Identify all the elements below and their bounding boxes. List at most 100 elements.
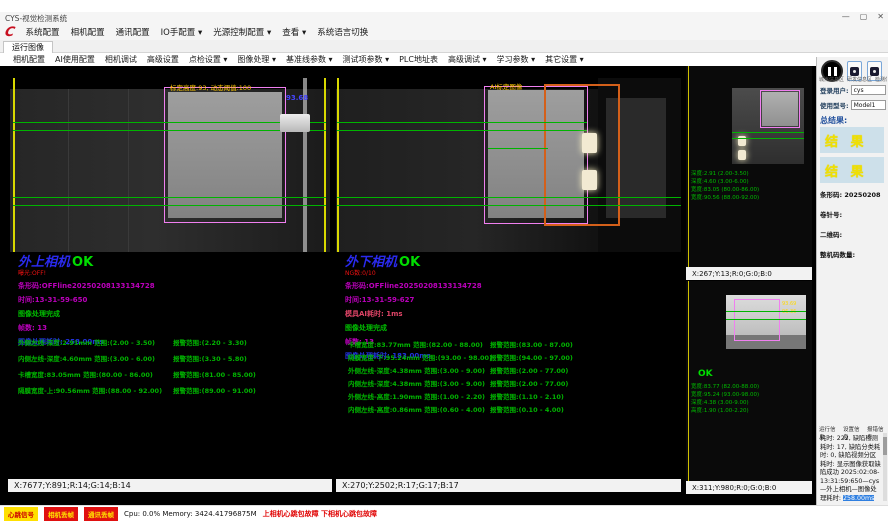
app-window: CYS-视觉检测系统 — ▢ ✕ C 系统配置 相机配置 通讯配置 IO手配置 … xyxy=(0,0,888,522)
menu-item-camera-config[interactable]: 相机配置 xyxy=(71,26,105,38)
small-panel-1-status-line: X:267;Y:13;R:0;G:0;B:0 xyxy=(686,267,812,280)
measurement-row: 外侧左线-深度:2.91mm 范围:(2.00 - 3.50) 报警范围:(2.… xyxy=(18,337,256,353)
measurement-row: 外侧左线-高度:1.90mm 范围:(1.00 - 2.20) 报警范围:(1.… xyxy=(348,391,573,404)
small-panel-1-results: 深度:2.91 (2.00-3.50) 深度:4.60 (3.00-6.00) … xyxy=(691,170,759,202)
toolbar-advanced-debug[interactable]: 高级调试 ▾ xyxy=(443,54,492,65)
right-guide-line xyxy=(324,78,326,252)
alarm-range: 报警范围:(81.00 - 85.00) xyxy=(173,369,256,385)
left-barcode: 条形码:OFFline20250208133134728 xyxy=(18,281,328,291)
measurement-row: 外侧左线-深度:4.38mm 范围:(3.00 - 9.00) 报警范围:(2.… xyxy=(348,365,573,378)
heartbeat-badge: 心跳信号 xyxy=(4,507,38,521)
left-frame-count: 帧数: 13 xyxy=(18,323,328,333)
toolbar-ai-config[interactable]: AI使用配置 xyxy=(50,54,100,65)
log-scrollbar[interactable] xyxy=(883,433,887,501)
needle-label: 卷针号: xyxy=(820,209,842,219)
mid-panel-status-line: X:270;Y:2502;R:17;G:17;B:17 xyxy=(336,479,681,492)
window-controls: — ▢ ✕ xyxy=(842,12,884,21)
alarm-range: 报警范围:(3.30 - 5.80) xyxy=(173,353,247,369)
left-measurement-list: 外侧左线-深度:2.91mm 范围:(2.00 - 3.50) 报警范围:(2.… xyxy=(18,337,256,401)
alarm-range: 报警范围:(2.20 - 3.30) xyxy=(173,337,247,353)
left-sub-status: 曝光:OFF! xyxy=(18,270,328,277)
pause-icon xyxy=(834,67,837,76)
menu-item-language[interactable]: 系统语言切换 xyxy=(317,26,368,38)
zone-tabs: 城点信息区 研发信息区 检测信息区 xyxy=(819,76,887,83)
toolbar-test-params[interactable]: 测试项参数 ▾ xyxy=(338,54,395,65)
alarm-range: 报警范围:(89.00 - 91.00) xyxy=(173,385,256,401)
left-camera-title: 外上相机OK xyxy=(18,256,328,270)
measure-line xyxy=(337,197,681,198)
count-label: 整机码数量: xyxy=(820,249,855,259)
measurement-text: 外侧左线-高度:1.90mm 范围:(1.00 - 2.20) xyxy=(348,391,490,404)
menu-item-io-config[interactable]: IO手配置 ▾ xyxy=(161,26,203,38)
left-camera-viewport[interactable]: 标定高度:93, 动态阈值:100 93.68 xyxy=(10,78,330,252)
model-field[interactable]: Model1 xyxy=(851,100,886,110)
zone-tab-3[interactable]: 检测信息区 xyxy=(875,76,887,83)
left-result-ok: OK xyxy=(72,255,93,270)
result-line: 宽度:83.05 (80.00-86.00) xyxy=(691,186,759,194)
mid-camera-name: 外下相机 xyxy=(345,255,397,270)
menu-item-system-config[interactable]: 系统配置 xyxy=(26,26,60,38)
app-logo-icon: C xyxy=(4,26,16,39)
close-button[interactable]: ✕ xyxy=(877,12,884,21)
thumbnail-image xyxy=(732,88,804,164)
measurement-row: 内侧左线-深度:4.38mm 范围:(3.00 - 9.00) 报警范围:(2.… xyxy=(348,378,573,391)
left-guide-line xyxy=(13,78,15,252)
toolbar-baseline-params[interactable]: 基准线参数 ▾ xyxy=(281,54,338,65)
cpu-memory-text: Cpu: 0.0% Memory: 3424.41796875M xyxy=(124,510,257,518)
measurement-text: 内侧左线-深度:4.38mm 范围:(3.00 - 9.00) xyxy=(348,378,490,391)
window-title: CYS-视觉检测系统 xyxy=(5,13,67,24)
measurement-row: 卡槽宽度:83.77mm 范围:(82.00 - 88.00) 报警范围:(83… xyxy=(348,339,573,352)
toolbar: 相机配置 AI使用配置 相机调试 高级设置 点检设置 ▾ 图像处理 ▾ 基准线参… xyxy=(0,53,816,66)
thumb-roi xyxy=(734,299,780,341)
left-camera-name: 外上相机 xyxy=(18,255,70,270)
menu-item-view[interactable]: 查看 ▾ xyxy=(282,26,306,38)
scrollbar-thumb[interactable] xyxy=(883,437,887,455)
small-camera-viewport-2[interactable]: 93.69 96.36 OK 宽度:83.77 (82.00-88.00) 宽度… xyxy=(686,281,812,481)
measure-line xyxy=(488,148,548,149)
small-panel-2-results: 宽度:83.77 (82.00-88.00) 宽度:95.24 (93.00-9… xyxy=(691,383,759,415)
maximize-button[interactable]: ▢ xyxy=(860,12,868,21)
right-sidebar: 城点信息区 研发信息区 检测信息区 登录用户: cys 使用型号: Model1… xyxy=(816,57,888,505)
result-box-1: 结 果 xyxy=(820,127,884,153)
mid-camera-viewport[interactable]: AI标定图像 xyxy=(336,78,681,252)
toolbar-plc-table[interactable]: PLC地址表 xyxy=(394,54,443,65)
bright-led xyxy=(582,170,597,190)
measure-line xyxy=(337,205,681,206)
measure-line xyxy=(732,132,804,133)
toolbar-camera-config[interactable]: 相机配置 xyxy=(8,54,50,65)
model-label: 使用型号: xyxy=(820,100,849,110)
toolbar-camera-debug[interactable]: 相机调试 xyxy=(100,54,142,65)
mid-time: 时间:13-31-59-627 xyxy=(345,295,655,305)
measurement-text: 内侧左线-深度:4.60mm 范围:(3.00 - 6.00) xyxy=(18,353,173,369)
small-camera-viewport-1[interactable]: 深度:2.91 (2.00-3.50) 深度:4.60 (3.00-6.00) … xyxy=(686,66,812,267)
measure-line xyxy=(13,205,326,206)
measurement-text: 内侧左线-高度:0.86mm 范围:(0.60 - 4.00) xyxy=(348,404,490,417)
status-bar: 心跳信号 相机丢帧 通讯丢帧 Cpu: 0.0% Memory: 3424.41… xyxy=(0,505,888,522)
tab-bar: 运行图像 xyxy=(0,40,888,53)
tab-run-image[interactable]: 运行图像 xyxy=(3,41,53,53)
toolbar-other-settings[interactable]: 其它设置 ▾ xyxy=(540,54,589,65)
small-panel-2-status-line: X:311;Y:980;R:0;G:0;B:0 xyxy=(686,481,812,494)
zone-tab-1[interactable]: 城点信息区 xyxy=(819,76,844,83)
camera-icon xyxy=(850,67,859,76)
mid-sub-status: NG数:0/10 xyxy=(345,270,655,277)
login-label: 登录用户: xyxy=(820,85,849,95)
log-text: 耗时: 222, 缺陷检测耗时: 17, 缺陷分类耗时: 0, 缺陷视频分区耗时… xyxy=(820,435,881,501)
alarm-range: 报警范围:(83.00 - 87.00) xyxy=(490,339,573,352)
toolbar-spot-check[interactable]: 点检设置 ▾ xyxy=(184,54,233,65)
roi-rectangle xyxy=(164,87,286,223)
total-result-label: 总结果: xyxy=(820,115,847,126)
left-time: 时间:13-31-59-650 xyxy=(18,295,328,305)
login-row: 登录用户: cys xyxy=(820,85,886,95)
toolbar-learn-params[interactable]: 学习参数 ▾ xyxy=(492,54,541,65)
minimize-button[interactable]: — xyxy=(842,12,850,21)
menu-item-light-config[interactable]: 光源控制配置 ▾ xyxy=(213,26,271,38)
toolbar-image-process[interactable]: 图像处理 ▾ xyxy=(232,54,281,65)
menu-item-comm-config[interactable]: 通讯配置 xyxy=(116,26,150,38)
result-line: 宽度:95.24 (93.00-98.00) xyxy=(691,391,759,399)
toolbar-advanced-settings[interactable]: 高级设置 xyxy=(142,54,184,65)
login-field[interactable]: cys xyxy=(851,85,886,95)
measurement-text: 卡槽宽度:83.77mm 范围:(82.00 - 88.00) xyxy=(348,339,490,352)
result-line: 宽度:83.77 (82.00-88.00) xyxy=(691,383,759,391)
zone-tab-2[interactable]: 研发信息区 xyxy=(847,76,872,83)
